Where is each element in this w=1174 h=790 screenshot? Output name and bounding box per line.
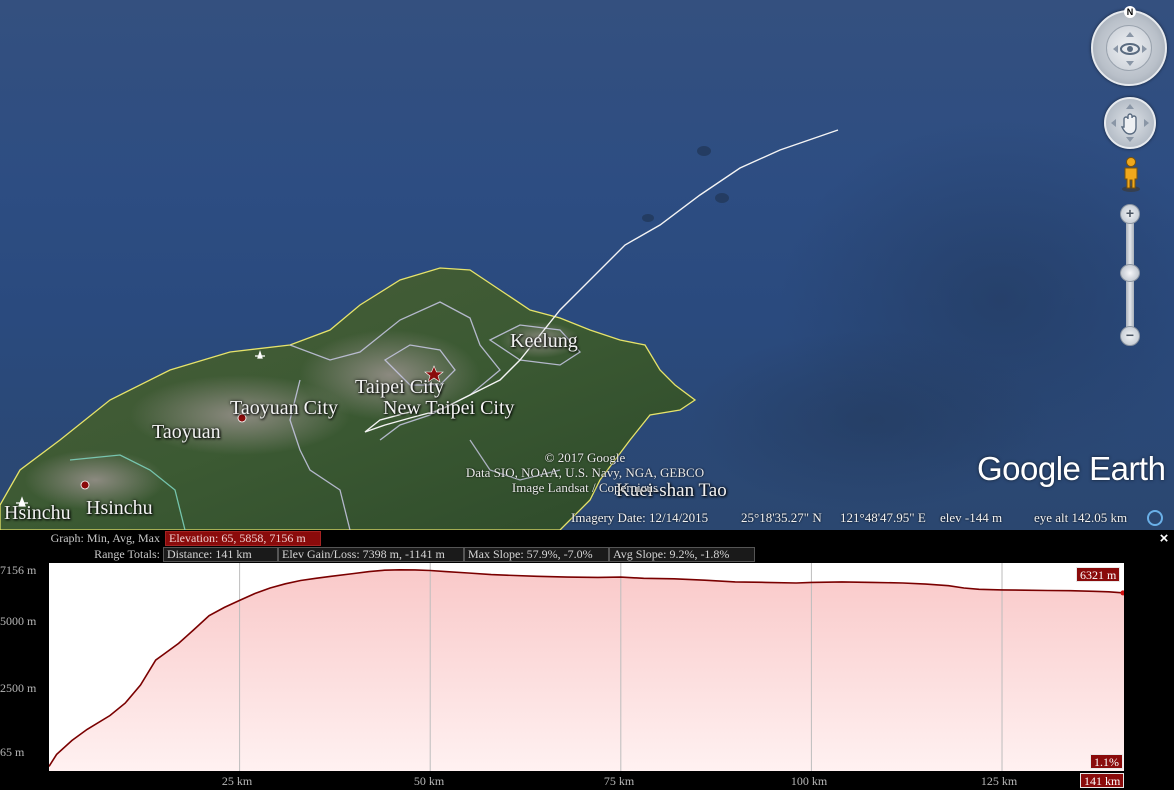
current-distance-tag: 141 km — [1080, 773, 1125, 788]
longitude-readout: 121°48'47.95" E — [840, 510, 926, 525]
pan-control[interactable] — [1104, 97, 1156, 149]
hand-icon — [1111, 104, 1149, 142]
attribution-copyright: © 2017 Google — [544, 450, 626, 465]
close-profile-button[interactable]: × — [1157, 530, 1171, 547]
elevation-profile-panel: Graph: Min, Avg, Max Elevation: 65, 5858… — [0, 530, 1174, 790]
y-tick-label: 65 m — [0, 745, 25, 759]
imagery-date: Imagery Date: 12/14/2015 — [571, 510, 709, 525]
map-label-taipei-city: Taipei City — [355, 376, 445, 398]
map-label-keelung: Keelung — [510, 330, 578, 352]
map-viewport[interactable]: Keelung Taipei City New Taipei City Taoy… — [0, 0, 1174, 530]
latitude-readout: 25°18'35.27" N — [741, 510, 822, 525]
map-label-taoyuan: Taoyuan — [152, 421, 221, 443]
elevation-summary: Elevation: 65, 5858, 7156 m — [165, 531, 321, 546]
map-label-new-taipei-city: New Taipei City — [383, 397, 515, 419]
x-tick-label: 25 km — [221, 774, 253, 788]
attribution-image: Image Landsat / Copernicus — [511, 480, 659, 495]
pegman-icon[interactable] — [1120, 156, 1142, 192]
x-tick-label: 125 km — [980, 774, 1018, 788]
x-tick-label: 100 km — [790, 774, 828, 788]
zoom-out-button[interactable]: − — [1120, 326, 1140, 346]
elevation-area — [49, 569, 1124, 771]
elevation-chart[interactable] — [48, 563, 1126, 771]
distance-total: Distance: 141 km — [163, 547, 278, 562]
zoom-slider-thumb[interactable] — [1120, 264, 1140, 282]
map-attribution: © 2017 Google Data SIO, NOAA, U.S. Navy,… — [440, 450, 730, 495]
elevation-readout: elev -144 m — [940, 510, 1003, 525]
range-totals-label: Range Totals: — [94, 547, 160, 561]
y-tick-label: 7156 m — [0, 563, 37, 577]
current-elevation-tag: 6321 m — [1076, 567, 1121, 582]
y-tick-label: 2500 m — [0, 681, 37, 695]
streaming-indicator-icon — [1147, 510, 1163, 526]
compass-north-indicator[interactable]: N — [1124, 6, 1136, 18]
map-label-taoyuan-city: Taoyuan City — [230, 397, 339, 419]
attribution-data: Data SIO, NOAA, U.S. Navy, NGA, GEBCO — [465, 465, 705, 480]
y-tick-label: 5000 m — [0, 614, 37, 628]
max-slope: Max Slope: 57.9%, -7.0% — [464, 547, 609, 562]
look-joystick[interactable] — [1106, 25, 1152, 71]
avg-slope: Avg Slope: 9.2%, -1.8% — [609, 547, 755, 562]
google-earth-logo: Google Earth — [977, 450, 1166, 487]
current-slope-tag: 1.1% — [1090, 754, 1123, 769]
zoom-in-button[interactable]: + — [1120, 204, 1140, 224]
eye-icon — [1113, 32, 1147, 66]
elevation-gain-loss: Elev Gain/Loss: 7398 m, -1141 m — [278, 547, 464, 562]
x-tick-label: 75 km — [603, 774, 635, 788]
eye-altitude-readout: eye alt 142.05 km — [1034, 510, 1128, 525]
elevation-chart-svg[interactable] — [48, 563, 1126, 771]
map-status-bar: Imagery Date: 12/14/2015 25°18'35.27" N … — [0, 506, 1174, 530]
graph-label: Graph: Min, Avg, Max — [50, 531, 160, 545]
x-tick-label: 50 km — [413, 774, 445, 788]
